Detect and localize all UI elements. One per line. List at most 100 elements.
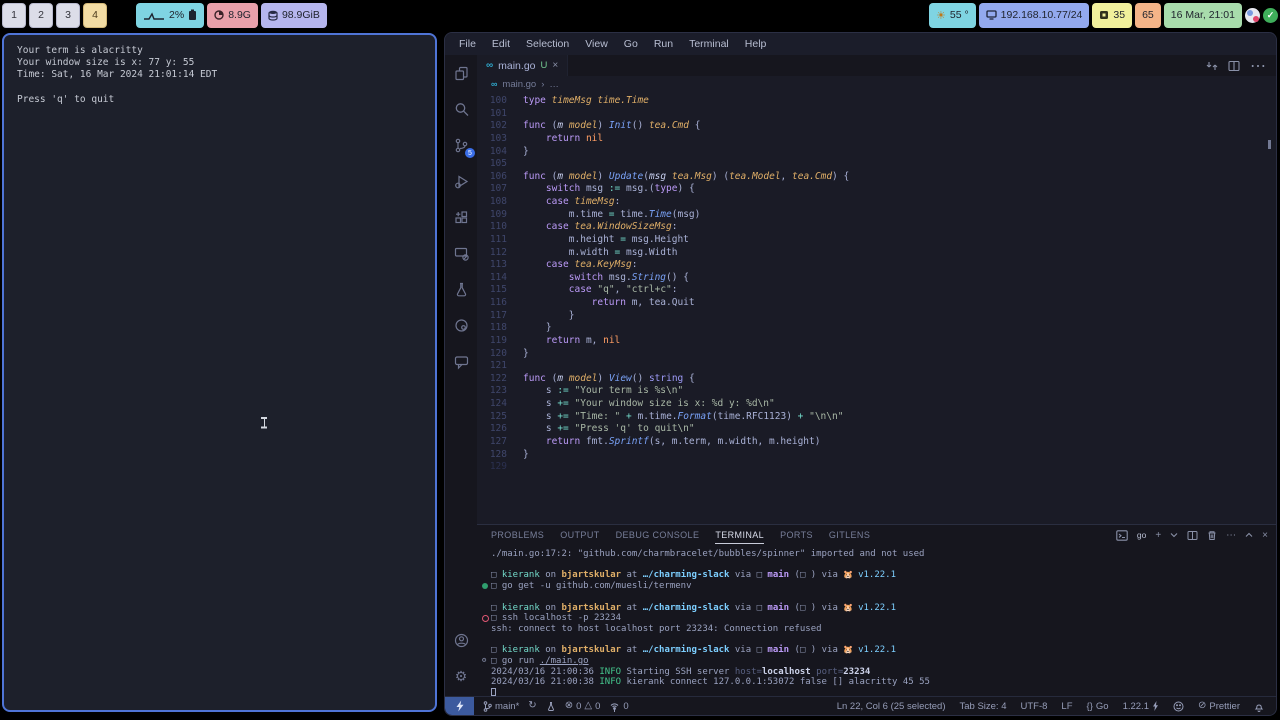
line-number: 115 <box>489 284 507 296</box>
terminal-panel-line: □ ssh localhost -p 23234 <box>477 613 1276 624</box>
code-editor[interactable]: 100 type timeMsg time.Time 101 102 func (m … <box>477 92 1276 524</box>
tray-app-icon[interactable] <box>1245 7 1260 23</box>
command-decoration-err[interactable] <box>482 615 489 623</box>
code-text: s += "Your window size is x: %d y: %d\n" <box>523 398 775 409</box>
disk-badge: 98.9GiB <box>260 2 327 28</box>
menu-terminal[interactable]: Terminal <box>681 38 737 50</box>
close-panel-icon[interactable]: × <box>1262 530 1268 541</box>
notifications-bell-icon[interactable] <box>1254 701 1264 712</box>
line-number: 126 <box>489 423 507 435</box>
sync-icon[interactable]: ↻ <box>528 701 536 711</box>
command-decoration-run[interactable]: ⚙ <box>482 657 486 664</box>
line-number: 125 <box>489 410 507 422</box>
vscode-window: File Edit Selection View Go Run Terminal Help 5… <box>444 32 1277 716</box>
code-text: case tea.WindowSizeMsg: <box>545 221 678 233</box>
status-misc-icon[interactable] <box>546 701 556 712</box>
encoding[interactable]: UTF-8 <box>1021 701 1048 712</box>
panel-tab-debug-console[interactable]: DEBUG CONSOLE <box>616 527 700 543</box>
menu-file[interactable]: File <box>451 38 484 50</box>
breadcrumb[interactable]: ∞ main.go › … <box>477 76 1276 92</box>
cursor-position[interactable]: Ln 22, Col 6 (25 selected) <box>837 701 946 712</box>
line-number: 108 <box>489 196 507 207</box>
menu-help[interactable]: Help <box>737 38 775 50</box>
more-actions-icon[interactable]: ⋯ <box>1250 56 1266 76</box>
split-editor-icon[interactable] <box>1228 60 1240 72</box>
tab-size[interactable]: Tab Size: 4 <box>960 701 1007 712</box>
workspace-button-3[interactable]: 3 <box>56 2 80 28</box>
line-number: 106 <box>489 170 507 182</box>
panel-tab-output[interactable]: OUTPUT <box>560 527 599 543</box>
breadcrumb-more[interactable]: … <box>549 79 559 90</box>
kill-terminal-icon[interactable] <box>1207 530 1217 541</box>
split-terminal-icon[interactable] <box>1187 530 1198 541</box>
extensions-icon[interactable] <box>451 207 471 227</box>
menu-selection[interactable]: Selection <box>518 38 577 50</box>
panel-tab-gitlens[interactable]: GITLENS <box>829 527 870 543</box>
panel-tab-terminal[interactable]: TERMINAL <box>715 527 765 544</box>
errors-count: 0 <box>576 700 582 712</box>
search-icon[interactable] <box>451 99 471 119</box>
feedback-smiley-icon[interactable] <box>1173 701 1184 712</box>
remote-indicator[interactable] <box>445 697 474 715</box>
menu-view[interactable]: View <box>577 38 616 50</box>
remote-explorer-icon[interactable] <box>451 243 471 263</box>
terminal-profile-icon[interactable] <box>1116 529 1128 541</box>
panel-more-icon[interactable]: ⋯ <box>1226 530 1236 541</box>
account-icon[interactable] <box>451 630 471 650</box>
new-terminal-icon[interactable]: + <box>1155 530 1161 541</box>
extension-circle-icon[interactable] <box>451 315 471 335</box>
command-decoration-ok[interactable] <box>482 583 488 590</box>
problems-indicator[interactable]: ⊗ 0 △ 0 <box>565 701 601 712</box>
terminal-profile-label[interactable]: go <box>1137 530 1146 540</box>
explorer-icon[interactable] <box>451 63 471 83</box>
code-line: 104} <box>477 146 1276 159</box>
menu-edit[interactable]: Edit <box>484 38 518 50</box>
menu-run[interactable]: Run <box>646 38 681 50</box>
errors-icon: ⊗ <box>564 700 574 711</box>
code-line: 112 m.width = msg.Width <box>477 247 1276 260</box>
code-text: } <box>523 448 529 460</box>
go-version[interactable]: 1.22.1 <box>1123 701 1159 712</box>
code-line: 100 type timeMsg time.Time <box>477 95 1276 108</box>
source-control-icon[interactable]: 5 <box>451 135 475 158</box>
breadcrumb-file[interactable]: main.go <box>502 79 536 90</box>
workspace-button-4[interactable]: 4 <box>83 2 107 28</box>
alacritty-terminal-window[interactable]: Your term is alacritty Your window size i… <box>2 33 437 712</box>
testing-icon[interactable] <box>451 279 471 299</box>
prettier-indicator[interactable]: ⊘ Prettier <box>1198 701 1240 712</box>
tab-label: main.go <box>498 59 536 72</box>
line-number: 124 <box>489 398 507 409</box>
scrollbar-marker[interactable] <box>1268 140 1271 149</box>
ports-indicator[interactable]: 0 <box>609 701 629 712</box>
settings-gear-icon[interactable]: ⚙ <box>451 666 471 686</box>
count-65-value: 65 <box>1142 9 1154 21</box>
eol[interactable]: LF <box>1061 701 1072 712</box>
panel-tab-ports[interactable]: PORTS <box>780 527 813 543</box>
terminal-line: Press 'q' to quit <box>17 93 115 105</box>
datetime-badge: 16 Mar, 21:01 <box>1163 2 1242 28</box>
terminal-panel-line: ⚙ □ go run ./main.go <box>482 656 589 667</box>
tab-close-icon[interactable]: × <box>552 60 558 71</box>
tray-check-icon[interactable]: ✓ <box>1263 7 1278 23</box>
terminal-panel-line: □ kierank on bjartskular at …/charming-s… <box>491 570 897 581</box>
menu-go[interactable]: Go <box>616 38 646 50</box>
tab-main-go[interactable]: ∞ main.go U × <box>477 55 569 76</box>
maximize-panel-icon[interactable] <box>1245 532 1253 538</box>
panel-tab-problems[interactable]: PROBLEMS <box>491 527 544 543</box>
workspace-button-2[interactable]: 2 <box>29 2 53 28</box>
integrated-terminal[interactable]: ./main.go:17:2: "github.com/charmbracele… <box>477 545 1276 696</box>
workspace-button-1[interactable]: 1 <box>2 2 26 28</box>
profile-dropdown-icon[interactable] <box>1170 532 1178 538</box>
comments-icon[interactable] <box>451 351 471 371</box>
line-number: 123 <box>489 385 507 397</box>
code-line: 117 } <box>477 310 1276 323</box>
language-mode[interactable]: {} Go <box>1087 701 1109 712</box>
toggle-changes-icon[interactable] <box>1206 60 1218 72</box>
code-line: 109 m.time = time.Time(msg) <box>477 209 1276 222</box>
package-icon <box>1099 10 1109 20</box>
memory-icon <box>214 10 224 20</box>
run-debug-icon[interactable] <box>451 171 471 191</box>
git-branch-indicator[interactable]: main* <box>483 701 519 712</box>
